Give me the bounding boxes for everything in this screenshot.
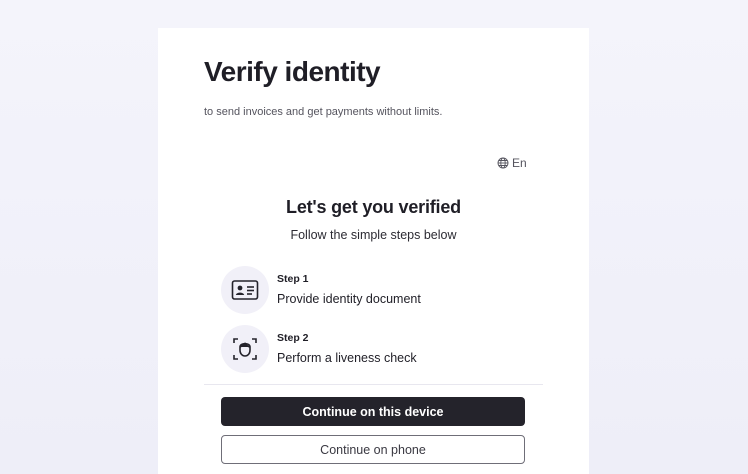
divider <box>204 384 543 385</box>
language-label: En <box>512 156 527 170</box>
step-label: Step 2 <box>277 332 309 344</box>
step-text: Provide identity document <box>277 292 421 306</box>
language-selector[interactable]: En <box>497 156 527 170</box>
step-label: Step 1 <box>277 273 309 285</box>
step-text: Perform a liveness check <box>277 351 417 365</box>
step-item-liveness: Step 2 Perform a liveness check <box>221 325 541 373</box>
page-title: Verify identity <box>204 56 381 87</box>
step-item-document: Step 1 Provide identity document <box>221 266 541 314</box>
face-scan-icon <box>221 325 269 373</box>
continue-on-device-button[interactable]: Continue on this device <box>221 397 525 426</box>
page-subtitle: to send invoices and get payments withou… <box>204 106 443 118</box>
globe-icon <box>497 157 509 169</box>
verification-heading: Let's get you verified <box>286 197 461 217</box>
continue-on-phone-button[interactable]: Continue on phone <box>221 435 525 464</box>
verification-card: Verify identity to send invoices and get… <box>158 28 589 474</box>
id-card-icon <box>221 266 269 314</box>
verification-lead: Follow the simple steps below <box>290 228 457 242</box>
